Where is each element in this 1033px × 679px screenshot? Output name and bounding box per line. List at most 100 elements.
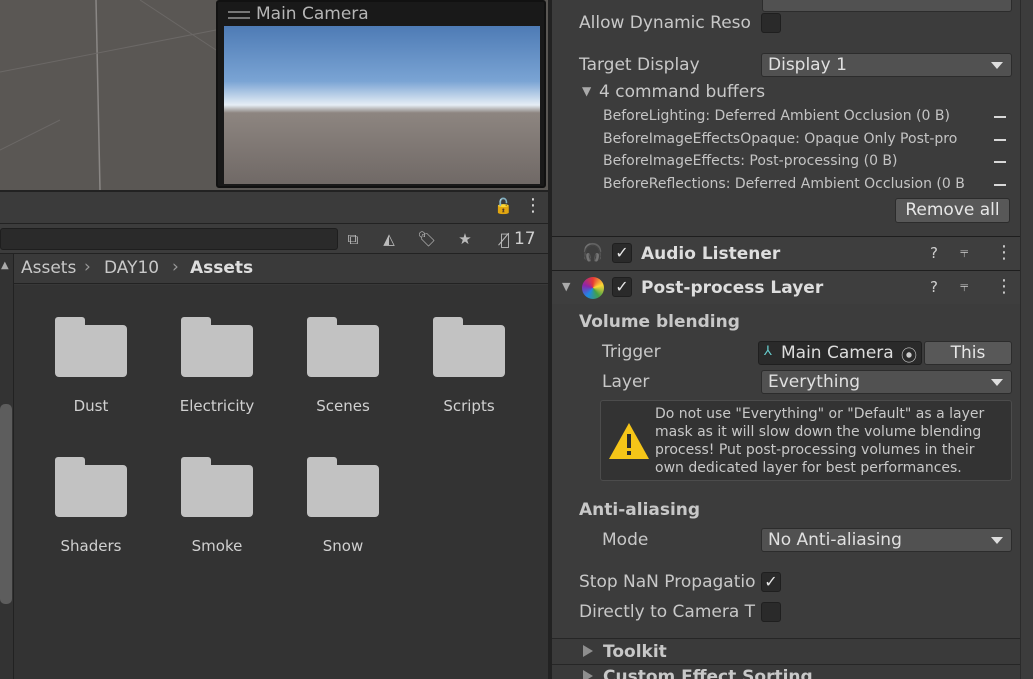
remove-buffer-icon[interactable]	[994, 161, 1006, 163]
remove-buffer-icon[interactable]	[994, 184, 1006, 186]
foldout-expanded-icon[interactable]: ▼	[562, 280, 570, 293]
folder-icon	[307, 317, 379, 377]
more-options-icon[interactable]: ⋮	[995, 276, 1013, 297]
folder-item[interactable]: Shaders	[46, 457, 136, 555]
breadcrumb-item-assets[interactable]: Assets	[21, 258, 76, 278]
allow-dynamic-resolution-checkbox[interactable]	[761, 13, 781, 33]
warning-box: Do not use "Everything" or "Default" as …	[600, 400, 1012, 481]
chevron-down-icon	[991, 379, 1003, 386]
folder-item[interactable]: Electricity	[172, 317, 262, 415]
folder-icon	[55, 317, 127, 377]
warning-text: Do not use "Everything" or "Default" as …	[655, 406, 985, 476]
filter-by-type-icon[interactable]: ◭	[372, 224, 406, 254]
breadcrumb: Assets › DAY10 › Assets	[14, 254, 548, 284]
transform-icon: ⅄	[764, 344, 772, 359]
chevron-down-icon	[991, 62, 1003, 69]
command-buffer-item: BeforeImageEffectsOpaque: Opaque Only Po…	[603, 131, 958, 147]
toolkit-label[interactable]: Toolkit	[603, 642, 667, 662]
folder-name: Scenes	[316, 397, 370, 415]
search-by-type-icon[interactable]: ⧉	[340, 224, 366, 254]
search-input[interactable]	[0, 228, 338, 250]
audio-listener-title: Audio Listener	[641, 244, 781, 264]
layer-value: Everything	[768, 372, 861, 392]
trigger-object-field[interactable]: ⅄ Main Camera ⦿	[758, 341, 922, 365]
folder-name: Smoke	[191, 537, 243, 555]
volume-blending-label: Volume blending	[579, 312, 740, 332]
target-display-dropdown[interactable]: Display 1	[761, 53, 1012, 77]
post-process-enabled-checkbox[interactable]: ✓	[612, 277, 632, 297]
folder-icon	[307, 457, 379, 517]
remove-all-button[interactable]: Remove all	[895, 198, 1010, 223]
eye-slash-icon: 👁̸	[500, 229, 510, 249]
folder-icon	[181, 457, 253, 517]
inspector-scrollbar[interactable]	[1020, 0, 1033, 679]
foldout-expanded-icon[interactable]: ▼	[582, 84, 591, 98]
help-icon[interactable]: ?	[930, 278, 938, 296]
folder-item[interactable]: Smoke	[172, 457, 262, 555]
command-buffer-item: BeforeLighting: Deferred Ambient Occlusi…	[603, 108, 950, 124]
directly-to-camera-checkbox[interactable]	[761, 602, 781, 622]
preset-sliders-icon[interactable]: ⫧	[960, 277, 968, 295]
headphones-icon: 🎧	[582, 243, 604, 263]
audio-listener-header[interactable]: 🎧 ✓ Audio Listener ? ⫧ ⋮	[552, 236, 1020, 270]
this-button[interactable]: This	[924, 341, 1012, 365]
custom-effect-sorting-label[interactable]: Custom Effect Sorting	[603, 667, 813, 679]
favorites-star-icon[interactable]: ★	[448, 224, 482, 254]
asset-grid: Dust Electricity Scenes Scripts Shaders …	[14, 285, 548, 679]
preset-sliders-icon[interactable]: ⫧	[960, 243, 968, 261]
target-display-value: Display 1	[768, 55, 847, 75]
folder-name: Electricity	[179, 397, 255, 415]
folder-icon	[55, 457, 127, 517]
breadcrumb-item-day10[interactable]: DAY10	[104, 258, 159, 278]
camera-preview-title: Main Camera	[256, 4, 369, 24]
anti-aliasing-mode-dropdown[interactable]: No Anti-aliasing	[761, 528, 1012, 552]
remove-buffer-icon[interactable]	[994, 116, 1006, 118]
folder-item[interactable]: Snow	[298, 457, 388, 555]
filter-by-label-icon[interactable]: 🏷	[410, 224, 444, 254]
folder-name: Dust	[73, 397, 109, 415]
folder-item[interactable]: Dust	[46, 317, 136, 415]
chevron-right-icon: ›	[84, 257, 91, 277]
object-picker-icon[interactable]: ⦿	[901, 342, 917, 364]
layer-dropdown[interactable]: Everything	[761, 370, 1012, 394]
folder-name: Shaders	[60, 537, 122, 555]
warning-icon	[609, 423, 649, 459]
directly-to-camera-label: Directly to Camera T	[579, 602, 756, 622]
more-options-icon[interactable]: ⋮	[995, 242, 1013, 263]
foldout-collapsed-icon[interactable]	[583, 670, 593, 679]
divider	[552, 664, 1020, 665]
layer-label: Layer	[602, 372, 650, 392]
folder-item[interactable]: Scripts	[424, 317, 514, 415]
stop-nan-label: Stop NaN Propagatio	[579, 572, 756, 592]
scroll-up-icon[interactable]: ▲	[1, 260, 9, 271]
project-scrollbar-thumb[interactable]	[0, 404, 12, 604]
trigger-label: Trigger	[602, 342, 661, 362]
trigger-value: Main Camera	[781, 343, 894, 363]
foldout-collapsed-icon[interactable]	[583, 645, 593, 657]
help-icon[interactable]: ?	[930, 244, 938, 262]
camera-preview-image	[224, 26, 540, 184]
command-buffer-item: BeforeImageEffects: Post-processing (0 B…	[603, 153, 898, 169]
allow-dynamic-resolution-label: Allow Dynamic Reso	[579, 13, 751, 33]
hidden-packages-toggle[interactable]: 👁̸ 17	[488, 224, 548, 254]
camera-preview-window[interactable]: Main Camera	[216, 0, 546, 188]
stop-nan-checkbox[interactable]: ✓	[761, 572, 781, 592]
anti-aliasing-label: Anti-aliasing	[579, 500, 701, 520]
more-options-icon[interactable]: ⋮	[524, 195, 542, 216]
remove-buffer-icon[interactable]	[994, 139, 1006, 141]
folder-item[interactable]: Scenes	[298, 317, 388, 415]
post-process-layer-header[interactable]: ▼ ✓ Post-process Layer ? ⫧ ⋮	[552, 270, 1020, 304]
post-process-icon	[582, 277, 604, 299]
command-buffer-item: BeforeReflections: Deferred Ambient Occl…	[603, 176, 965, 192]
breadcrumb-item-current[interactable]: Assets	[190, 258, 253, 278]
folder-name: Snow	[322, 537, 364, 555]
lock-icon[interactable]: 🔓	[494, 197, 513, 215]
project-panel-header: 🔓 ⋮	[0, 190, 548, 224]
command-buffers-label[interactable]: 4 command buffers	[599, 82, 765, 102]
chevron-right-icon: ›	[172, 257, 179, 277]
top-cut-dropdown[interactable]	[762, 0, 1012, 12]
folder-icon	[433, 317, 505, 377]
drag-handle-icon[interactable]	[228, 11, 250, 19]
folder-name: Scripts	[443, 397, 495, 415]
audio-listener-enabled-checkbox[interactable]: ✓	[612, 243, 632, 263]
